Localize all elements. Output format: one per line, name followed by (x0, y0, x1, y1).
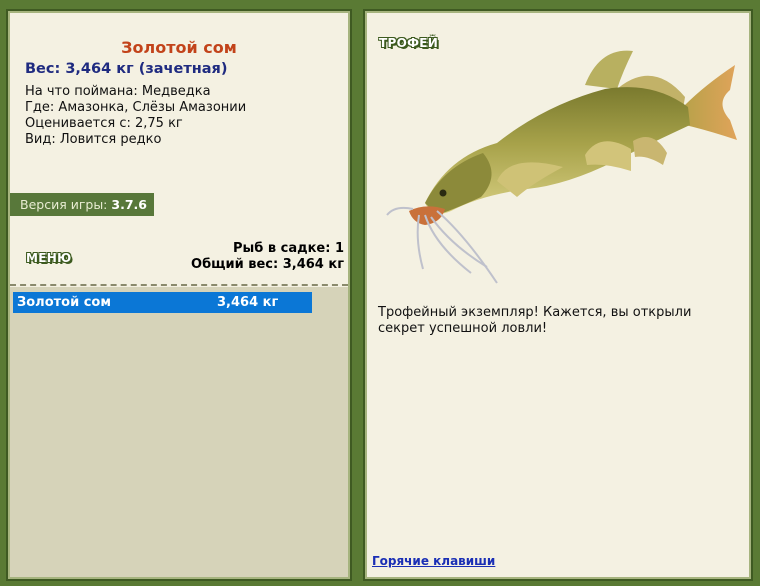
keepnet-stats: Рыб в садке: 1 Общий вес: 3,464 кг (191, 241, 344, 273)
fish-info-panel: Золотой сом Вес: 3,464 кг (зачетная) На … (6, 9, 352, 581)
list-item-name: Золотой сом (17, 295, 111, 310)
total-weight: Общий вес: 3,464 кг (191, 257, 344, 272)
fish-eye (439, 189, 447, 197)
list-item-weight: 3,464 кг (217, 295, 279, 310)
menu-button[interactable]: МЕНЮ (26, 251, 71, 265)
fish-kind: Вид: Ловится редко (25, 132, 162, 147)
fish-rated-from: Оценивается с: 2,75 кг (25, 116, 183, 131)
fish-barbel (436, 210, 498, 284)
fish-count: Рыб в садке: 1 (232, 241, 344, 256)
fish-title: Золотой сом (121, 38, 237, 57)
version-label: Версия игры: (20, 197, 108, 212)
trophy-panel: ТРОФЕЙ Трофейный экземпляр! Кажется, вы … (363, 9, 753, 581)
list-item[interactable]: Золотой сом 3,464 кг (13, 292, 312, 313)
keepnet-list[interactable]: Золотой сом 3,464 кг (10, 287, 348, 577)
catfish-image (386, 50, 737, 284)
fish-weight: Вес: 3,464 кг (зачетная) (25, 61, 228, 77)
fish-location: Где: Амазонка, Слёзы Амазонии (25, 100, 247, 115)
trophy-text: Трофейный экземпляр! Кажется, вы открыли… (378, 305, 692, 336)
game-version: Версия игры: 3.7.6 (10, 193, 154, 216)
fish-barbel (424, 214, 472, 274)
version-value: 3.7.6 (111, 197, 147, 212)
fish-tail (685, 65, 737, 140)
fish-barbel (386, 206, 414, 216)
fish-bait: На что поймана: Медведка (25, 84, 211, 99)
hotkeys-link[interactable]: Горячие клавиши (372, 554, 495, 568)
divider (10, 284, 348, 286)
fish-anal-fin (633, 137, 667, 165)
